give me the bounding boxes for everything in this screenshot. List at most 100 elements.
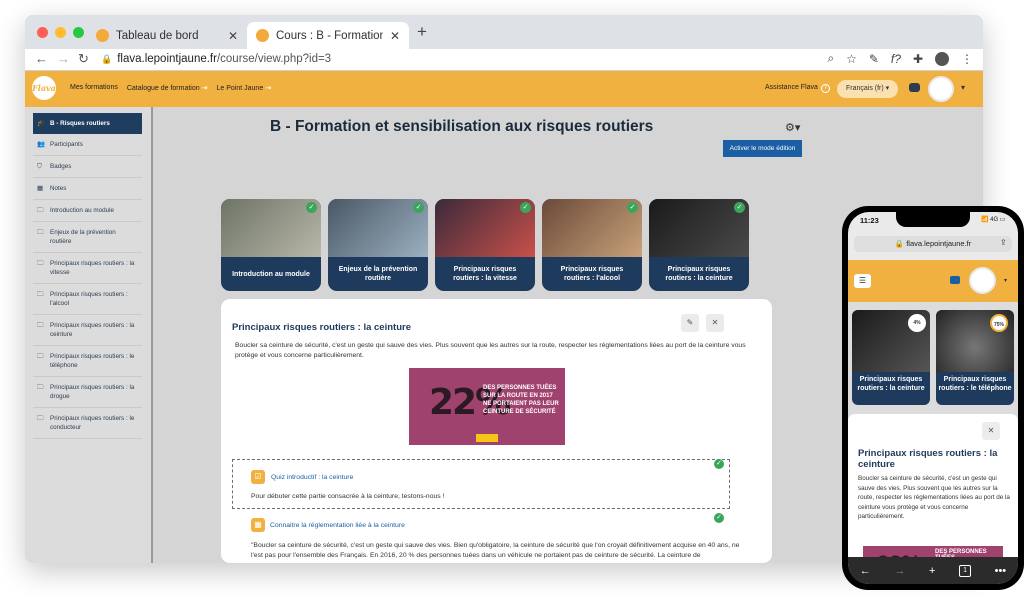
bookmark-star-icon[interactable]: ☆ bbox=[846, 52, 857, 66]
activity-description: Pour débuter cette partie consacrée à la… bbox=[251, 493, 445, 500]
nav-catalog[interactable]: Catalogue de formation ⇥ bbox=[127, 84, 208, 92]
sidebar-item[interactable]: 🗀 Principaux risques routiers : le téléph… bbox=[33, 346, 142, 377]
sidebar-item[interactable]: ▦ Notes bbox=[33, 178, 142, 200]
browser-tab-course[interactable]: Cours : B - Formation et sensibilisation… bbox=[247, 22, 409, 49]
user-menu-caret-icon[interactable]: ▾ bbox=[961, 83, 965, 92]
status-icons: 📶 4G ▭ bbox=[981, 217, 1006, 223]
mobile-phone: 11:23 📶 4G ▭ 🔒 flava.lepointjaune.fr ⇪ ☰… bbox=[842, 206, 1024, 590]
profile-icon[interactable] bbox=[935, 51, 949, 66]
back-icon[interactable]: ← bbox=[860, 565, 871, 577]
phone-notch bbox=[896, 212, 970, 227]
folder-icon: 🗀 bbox=[37, 207, 44, 214]
mobile-tile-ceinture[interactable]: 4% Principaux risques routiers : la cein… bbox=[852, 310, 930, 405]
completion-check-icon: ✓ bbox=[413, 202, 424, 213]
user-avatar[interactable] bbox=[928, 76, 954, 102]
more-menu-icon[interactable]: ••• bbox=[995, 565, 1007, 577]
nav-icon: 🎓 bbox=[37, 120, 46, 127]
section-tile[interactable]: ✓ Enjeux de la prévention routière bbox=[328, 199, 428, 291]
nav-my-trainings[interactable]: Mes formations bbox=[70, 84, 118, 92]
external-link-icon: ⇥ bbox=[201, 85, 208, 92]
nav-icon: 👥 bbox=[37, 141, 46, 148]
tile-label: Principaux risques routiers : la ceintur… bbox=[665, 266, 733, 282]
forward-icon[interactable]: → bbox=[894, 565, 905, 577]
share-icon[interactable]: ⇪ bbox=[1000, 238, 1007, 247]
sidebar-item[interactable]: 🗀 Introduction au module bbox=[33, 200, 142, 222]
assistance-label: Assistance Flava bbox=[765, 84, 818, 91]
section-tile[interactable]: ✓ Principaux risques routiers : la vitess… bbox=[435, 199, 535, 291]
nav-point-jaune[interactable]: Le Point Jaune ⇥ bbox=[217, 84, 272, 92]
activity-title[interactable]: Quiz introductif : la ceinture bbox=[271, 474, 353, 481]
sidebar-item[interactable]: 🗀 Principaux risques routiers : la vitess… bbox=[33, 253, 142, 284]
section-tile[interactable]: ✓ Principaux risques routiers : l'alcool bbox=[542, 199, 642, 291]
reload-icon[interactable]: ↻ bbox=[78, 51, 89, 67]
section-title: Principaux risques routiers : la ceintur… bbox=[858, 448, 998, 470]
url-field[interactable]: 🔒 flava.lepointjaune.fr/course/view.php?i… bbox=[101, 53, 331, 65]
sidebar-item[interactable]: 🗀 Enjeux de la prévention routière bbox=[33, 222, 142, 253]
user-menu-caret-icon[interactable]: ▾ bbox=[1004, 277, 1007, 284]
nav-icon: ▦ bbox=[37, 185, 44, 192]
forward-icon[interactable]: → bbox=[57, 51, 70, 66]
hamburger-menu-icon[interactable]: ☰ bbox=[854, 274, 871, 288]
folder-icon: 🗀 bbox=[37, 415, 44, 422]
nav-catalog-label: Catalogue de formation bbox=[126, 85, 200, 92]
close-window-button[interactable] bbox=[37, 27, 48, 38]
mobile-url-bar[interactable]: 🔒 flava.lepointjaune.fr bbox=[854, 236, 1012, 252]
tab-title: Cours : B - Formation et sensibilisation bbox=[276, 29, 383, 42]
maximize-window-button[interactable] bbox=[73, 27, 84, 38]
section-tile[interactable]: ✓ Introduction au module bbox=[221, 199, 321, 291]
activity-title[interactable]: Connaitre la réglementation liée à la ce… bbox=[270, 522, 405, 529]
eyedropper-icon[interactable]: ✎ bbox=[869, 52, 879, 66]
assistance-link[interactable]: Assistance Flava? bbox=[765, 84, 830, 93]
url-host: flava.lepointjaune.fr bbox=[117, 53, 217, 65]
new-tab-icon[interactable]: + bbox=[929, 565, 935, 577]
settings-gear-icon[interactable]: ⚙▾ bbox=[785, 121, 800, 134]
sidebar-item[interactable]: ⛉ Badges bbox=[33, 156, 142, 178]
messages-icon[interactable] bbox=[909, 83, 920, 92]
sidebar-item[interactable]: 🗀 Principaux risques routiers : la drogue bbox=[33, 377, 142, 408]
browser-tab-dashboard[interactable]: Tableau de bord ✕ bbox=[87, 22, 247, 49]
activity-quiz[interactable]: ☑ Quiz introductif : la ceinture Pour dé… bbox=[232, 459, 730, 509]
tab-bar: Tableau de bord ✕ Cours : B - Formation … bbox=[25, 15, 983, 49]
close-section-icon[interactable]: ✕ bbox=[982, 422, 1000, 440]
sidebar-item[interactable]: 🗀 Principaux risques routiers : l'alcool bbox=[33, 284, 142, 315]
page-title: B - Formation et sensibilisation aux ris… bbox=[270, 118, 654, 135]
language-selector[interactable]: Français (fr) ▾ bbox=[837, 80, 899, 98]
user-avatar[interactable] bbox=[969, 267, 996, 294]
more-menu-icon[interactable]: ⋮ bbox=[961, 52, 973, 66]
formula-extension-icon[interactable]: f? bbox=[891, 52, 901, 66]
sidebar-item[interactable]: 🗀 Principaux risques routiers : le conduc… bbox=[33, 408, 142, 439]
edit-pencil-icon[interactable]: ✎ bbox=[681, 314, 699, 332]
mobile-tile-telephone[interactable]: 75% Principaux risques routiers : le tél… bbox=[936, 310, 1014, 405]
section-tile[interactable]: ✓ Principaux risques routiers : la ceintu… bbox=[649, 199, 749, 291]
minimize-window-button[interactable] bbox=[55, 27, 66, 38]
edit-mode-button[interactable]: Activer le mode édition bbox=[723, 140, 802, 157]
sidebar-item-course[interactable]: 🎓 B - Risques routiers bbox=[33, 113, 142, 134]
sidebar-item-label: Enjeux de la prévention routière bbox=[50, 229, 116, 245]
nav-icon: ⛉ bbox=[37, 163, 42, 170]
sidebar-item[interactable]: 🗀 Principaux risques routiers : la ceintu… bbox=[33, 315, 142, 346]
section-tiles: ✓ Introduction au module ✓ Enjeux de la pré… bbox=[221, 199, 749, 291]
flava-logo[interactable]: Flava bbox=[32, 76, 56, 100]
flava-favicon-icon bbox=[256, 29, 269, 42]
completion-check-icon[interactable]: ✓ bbox=[714, 513, 724, 523]
new-tab-button[interactable]: + bbox=[417, 22, 427, 42]
mobile-header: ☰ ▾ bbox=[848, 260, 1018, 302]
poster-text: DES PERSONNES TUÉES SUR LA ROUTE EN 2017… bbox=[483, 385, 559, 415]
close-tab-icon[interactable]: ✕ bbox=[228, 29, 238, 43]
messages-icon[interactable] bbox=[950, 276, 960, 284]
tab-count-icon[interactable]: 1 bbox=[959, 564, 972, 577]
zoom-icon[interactable]: ⌕ bbox=[827, 51, 834, 66]
completion-check-icon: ✓ bbox=[627, 202, 638, 213]
desktop-browser-window: Tableau de bord ✕ Cours : B - Formation … bbox=[25, 15, 983, 563]
completion-check-icon[interactable]: ✓ bbox=[714, 459, 724, 469]
lesson-icon: ▦ bbox=[251, 518, 265, 532]
back-icon[interactable]: ← bbox=[35, 51, 48, 66]
sidebar-item-label: Principaux risques routiers : le conduct… bbox=[50, 415, 135, 431]
progress-badge: 4% bbox=[908, 314, 926, 332]
close-tab-icon[interactable]: ✕ bbox=[390, 29, 400, 43]
sidebar-item-label: Introduction au module bbox=[50, 207, 115, 214]
sidebar-item[interactable]: 👥 Participants bbox=[33, 134, 142, 156]
extensions-puzzle-icon[interactable]: ✚ bbox=[913, 52, 923, 66]
close-section-icon[interactable]: ✕ bbox=[706, 314, 724, 332]
mobile-browser-toolbar: ← → + 1 ••• bbox=[848, 557, 1018, 584]
